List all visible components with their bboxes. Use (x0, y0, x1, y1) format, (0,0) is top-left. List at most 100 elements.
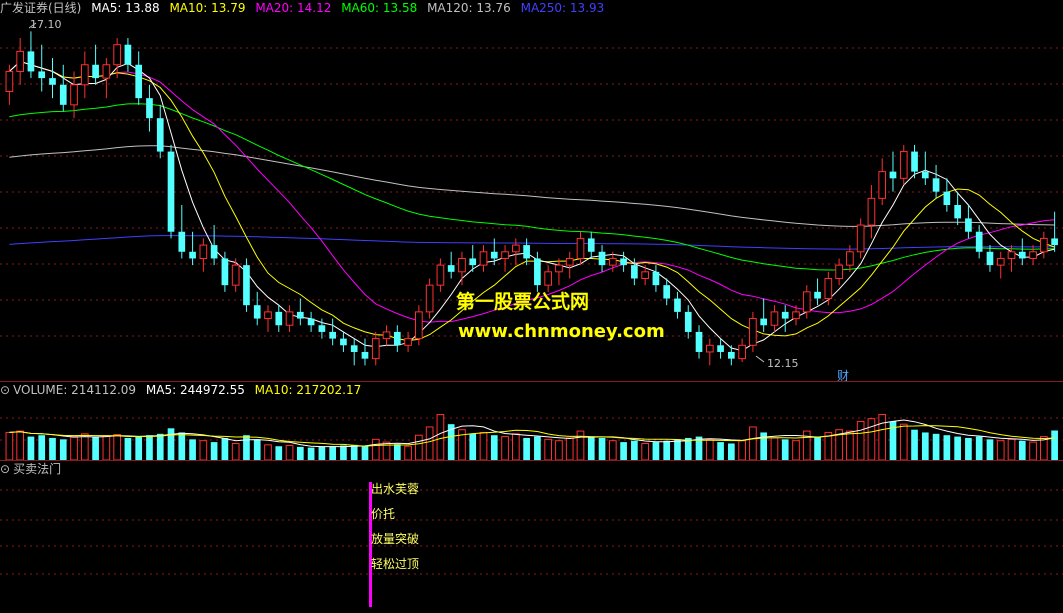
volume-bar-down (587, 436, 595, 460)
candle-body-up (415, 311, 423, 340)
candle-body-down (728, 351, 735, 359)
volume-bar-down (307, 447, 315, 460)
volume-bar-down (243, 435, 250, 460)
candle-body-up (199, 244, 208, 259)
candle-body-down (631, 265, 638, 279)
candle-body-down (781, 311, 789, 319)
indicator-title[interactable]: 买卖法门 (13, 462, 61, 476)
volume-bar-down (340, 445, 347, 460)
candle-body-up (1039, 237, 1048, 253)
candle-body-up (738, 344, 746, 360)
candle-body-up (479, 251, 488, 266)
volume-bar-down (124, 437, 132, 460)
candle-body-up (371, 338, 380, 360)
candle-body-down (469, 258, 477, 266)
candle-body-down (156, 118, 164, 152)
volume-bar-down (781, 439, 789, 460)
watermark-title: 第一股票公式网 (456, 291, 590, 313)
volume-bar-down (943, 435, 951, 460)
volume-bar-up (436, 414, 445, 461)
volume-bar-down (49, 437, 56, 460)
volume-bar-down (350, 444, 358, 460)
candle-body-up (802, 291, 811, 313)
volume-bar-down (167, 428, 175, 460)
candle-body-down (943, 191, 951, 206)
candle-body-down (296, 311, 304, 319)
volume-bar-up (867, 418, 876, 461)
volume-bar-up (511, 433, 520, 461)
volume-bar-down (986, 439, 994, 460)
volume-bar-up (404, 445, 412, 461)
volume-bar-up (802, 430, 811, 461)
volume-bar-down (221, 437, 229, 460)
volume-bar-down (911, 429, 918, 460)
candle-body-down (38, 71, 46, 79)
volume-bar-down (534, 436, 541, 460)
candle-body-up (501, 251, 509, 259)
candle-body-down (135, 64, 143, 99)
volume-bar-down (210, 442, 218, 460)
volume-bar-down (728, 443, 735, 460)
candle-body-up (264, 311, 272, 320)
candle-body-down (447, 265, 455, 272)
candle-body-up (16, 50, 25, 72)
volume-bar-down (469, 433, 477, 460)
candle-body-up (436, 264, 445, 286)
indicator-icon: ⊙ (0, 462, 11, 476)
candle-body-down (911, 151, 918, 172)
candle-body-up (749, 318, 757, 346)
volume-bar-down (814, 436, 821, 460)
candle-body-down (695, 331, 703, 352)
candle-body-up (113, 44, 121, 66)
volume-bar-down (361, 446, 369, 460)
volume-ma5-value: MA5: 244972.55 (145, 383, 245, 397)
watermark-url: www.chnmoney.com (458, 321, 665, 342)
candle-body-down (620, 258, 627, 266)
signal-label-1: 出水芙蓉 (371, 482, 420, 496)
volume-bar-up (555, 440, 563, 461)
low-arrow (755, 355, 765, 363)
candle-body-up (285, 311, 294, 326)
candle-body-down (221, 258, 229, 286)
volume-bar-down (932, 433, 940, 460)
volume-bar-down (296, 446, 304, 460)
candle-body-down (275, 311, 283, 326)
candle-body-up (856, 224, 865, 253)
candle-body-down (243, 265, 250, 306)
volume-bar-up (415, 434, 423, 461)
candle-body-up (5, 70, 14, 92)
volume-bar-down (253, 439, 261, 460)
ma60-line (9, 103, 1055, 271)
candle-body-up (102, 64, 111, 79)
volume-bar-down (490, 435, 498, 460)
candle-body-down (889, 171, 897, 179)
volume-bar-up (70, 436, 78, 461)
candle-body-down (178, 231, 186, 252)
candle-body-down (523, 245, 530, 259)
candle-body-up (824, 277, 833, 300)
candle-body-down (663, 285, 671, 299)
volume-bar-down (156, 433, 164, 460)
ma250-line (9, 235, 1055, 250)
high-price-label: 17.10 (30, 18, 62, 31)
volume-bar-up (749, 426, 757, 461)
stock-chart-window: 广发证券(日线) MA5: 13.88 MA10: 13.79 MA20: 14… (0, 0, 1063, 613)
candle-body-down (59, 84, 67, 105)
candle-body-down (932, 178, 940, 192)
indicator-panel-header: ⊙ 买卖法门 (0, 461, 67, 477)
volume-bar-up (479, 431, 488, 461)
candle-body-down (975, 231, 983, 252)
candle-body-up (792, 311, 800, 320)
volume-bar-down (27, 436, 35, 460)
volume-bar-up (501, 436, 509, 461)
volume-bar-down (652, 442, 660, 460)
candle-body-down (350, 345, 358, 352)
candle-body-up (705, 344, 714, 353)
volume-bar-down (631, 440, 638, 460)
candle-body-down (318, 325, 326, 332)
candle-body-down (210, 245, 218, 259)
volume-bar-down (954, 436, 961, 460)
volume-bar-down (921, 432, 929, 460)
candle-body-up (770, 311, 779, 326)
volume-icon: ⊙ (0, 383, 11, 397)
